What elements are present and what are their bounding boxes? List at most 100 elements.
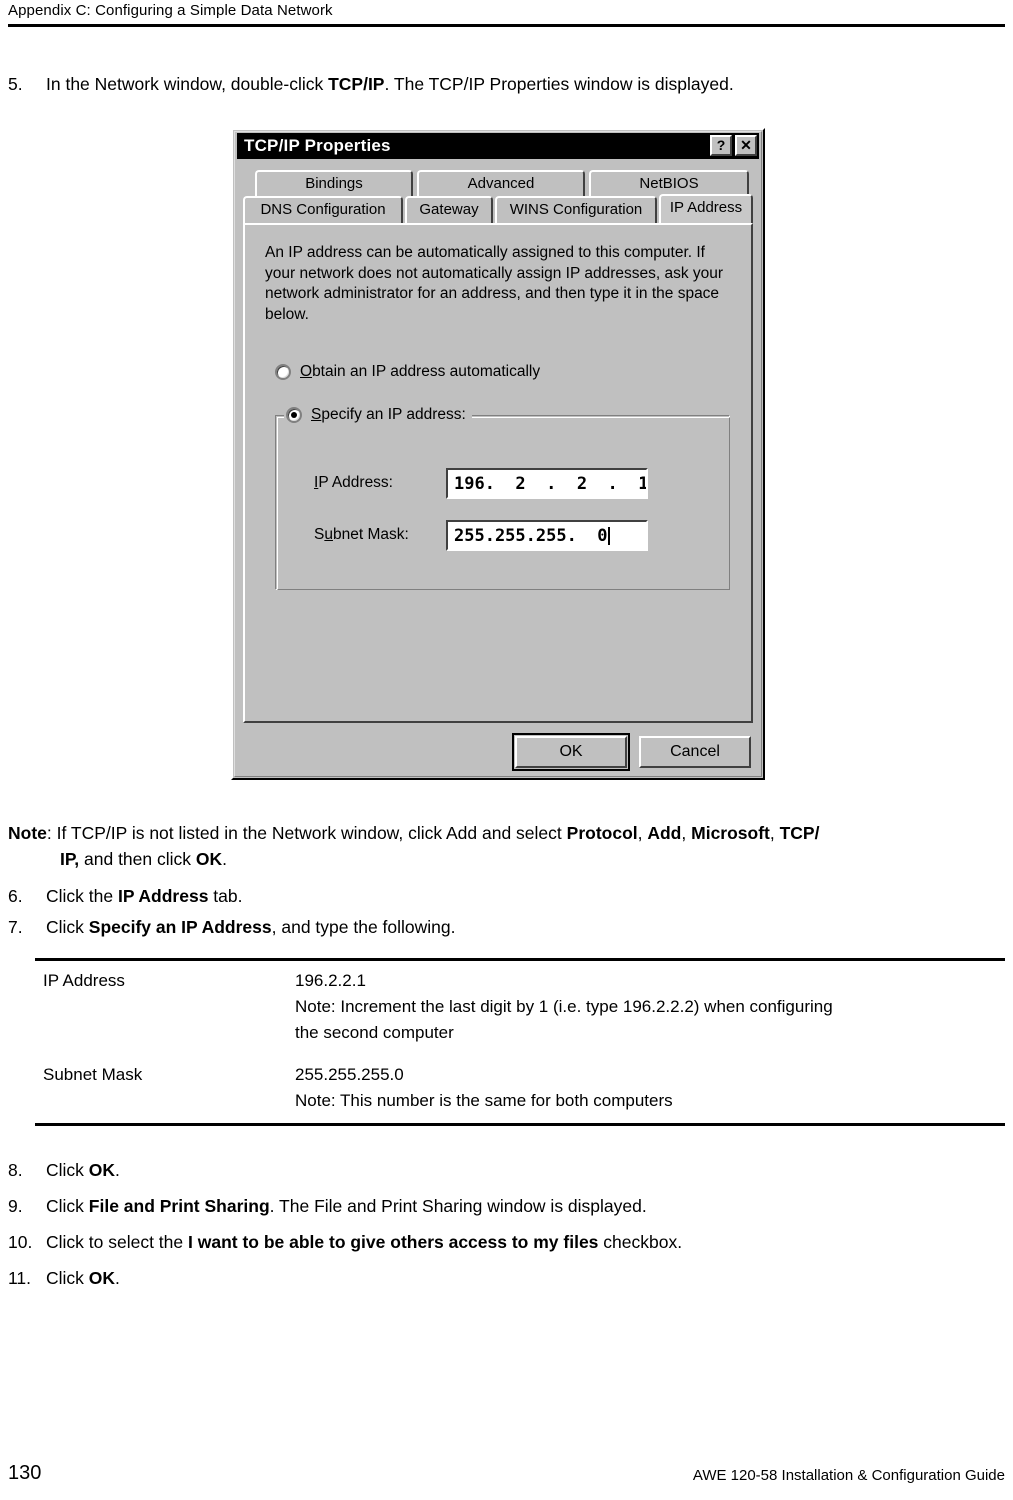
tab-gateway[interactable]: Gateway xyxy=(405,196,493,223)
subnet-mask-input[interactable]: 255.255.255. 0 xyxy=(446,520,648,551)
step-6-text-after: tab. xyxy=(208,886,243,906)
subnet-mask-value-line2: Note: This number is the same for both c… xyxy=(295,1091,673,1110)
step-5-bold: TCP/IP xyxy=(328,74,385,94)
text-caret xyxy=(607,526,610,545)
step-7-text-after: , and type the following. xyxy=(271,917,456,937)
radio-button-selected-icon[interactable] xyxy=(286,407,302,423)
step-5-number: 5. xyxy=(8,74,23,94)
step-11-text-after: . xyxy=(115,1268,120,1288)
ip-address-value-line1: 196.2.2.1 xyxy=(295,971,366,990)
note-bold-microsoft: Microsoft xyxy=(691,823,770,843)
ip-address-label: IP Address: xyxy=(314,474,393,492)
radio-obtain-rest: btain an IP address automatically xyxy=(312,363,541,380)
note-line2-end: . xyxy=(222,849,227,869)
step-9-text-before: Click xyxy=(46,1196,89,1216)
table-cell-key-ip-address: IP Address xyxy=(43,971,125,990)
note-line-2: IP, and then click OK. xyxy=(60,846,1005,872)
ip-address-description: An IP address can be automatically assig… xyxy=(265,244,724,323)
cancel-button[interactable]: Cancel xyxy=(639,736,751,768)
step-8-text-after: . xyxy=(115,1160,120,1180)
step-5-text-after: . The TCP/IP Properties window is displa… xyxy=(384,74,734,94)
tab-wins-configuration[interactable]: WINS Configuration xyxy=(495,196,657,223)
table-row: IP Address 196.2.2.1 Note: Increment the… xyxy=(35,961,1005,1055)
radio-specify-label: Specify an IP address: xyxy=(311,406,466,424)
note-bold-add: Add xyxy=(647,823,682,843)
running-head: Appendix C: Configuring a Simple Data Ne… xyxy=(8,2,333,19)
radio-button-unselected-icon[interactable] xyxy=(275,364,291,380)
radio-specify-accel: S xyxy=(311,406,322,423)
step-10-bold: I want to be able to give others access … xyxy=(188,1232,599,1252)
step-6-text-before: Click the xyxy=(46,886,118,906)
note-bold-tcp: TCP/ xyxy=(779,823,820,843)
radio-obtain-label: Obtain an IP address automatically xyxy=(300,363,540,381)
ip-address-input[interactable]: 196. 2 . 2 . 1 xyxy=(446,468,648,499)
titlebar-button-group: ? ✕ xyxy=(710,135,757,156)
step-9-text-after: . The File and Print Sharing window is d… xyxy=(269,1196,647,1216)
note-label: Note xyxy=(8,823,47,843)
subnet-mask-value-line1: 255.255.255.0 xyxy=(295,1065,404,1084)
ip-address-value-line2: Note: Increment the last digit by 1 (i.e… xyxy=(295,997,833,1016)
step-8: 8. Click OK. xyxy=(8,1158,988,1182)
step-8-body: Click OK. xyxy=(46,1158,988,1182)
subnet-mask-accel: u xyxy=(324,526,333,543)
step-6-bold: IP Address xyxy=(117,886,209,906)
subnet-mask-pre: S xyxy=(314,526,325,543)
step-7-body: Click Specify an IP Address, and type th… xyxy=(46,915,988,939)
help-icon[interactable]: ? xyxy=(710,135,732,156)
step-6: 6. Click the IP Address tab. xyxy=(8,884,988,908)
radio-specify-rest: pecify an IP address: xyxy=(321,406,466,423)
step-9: 9. Click File and Print Sharing. The Fil… xyxy=(8,1194,988,1218)
tcpip-properties-dialog: TCP/IP Properties ? ✕ Bindings Advanced … xyxy=(231,128,765,780)
step-10-text-after: checkbox. xyxy=(598,1232,683,1252)
tab-bindings[interactable]: Bindings xyxy=(255,170,413,197)
ip-address-label-rest: P Address: xyxy=(318,474,393,491)
tab-row-bottom: DNS Configuration Gateway WINS Configura… xyxy=(243,194,753,223)
tab-advanced[interactable]: Advanced xyxy=(417,170,585,197)
table-row: Subnet Mask 255.255.255.0 Note: This num… xyxy=(35,1055,1005,1123)
tab-netbios[interactable]: NetBIOS xyxy=(589,170,749,197)
step-5-text-before: In the Network window, double-click xyxy=(46,74,329,94)
step-6-body: Click the IP Address tab. xyxy=(46,884,988,908)
footer-guide-title: AWE 120-58 Installation & Configuration … xyxy=(692,1467,1005,1484)
table-body: IP Address 196.2.2.1 Note: Increment the… xyxy=(35,961,1005,1123)
step-11-body: Click OK. xyxy=(46,1266,988,1290)
step-10-body: Click to select the I want to be able to… xyxy=(46,1230,988,1254)
radio-specify-ip-address[interactable]: Specify an IP address: xyxy=(284,406,472,424)
step-10-number: 10. xyxy=(8,1232,33,1252)
step-7-bold: Specify an IP Address xyxy=(88,917,272,937)
step-8-number: 8. xyxy=(8,1160,23,1180)
dialog-titlebar: TCP/IP Properties ? ✕ xyxy=(237,133,759,159)
tab-ip-address[interactable]: IP Address xyxy=(659,194,753,223)
note-line2-text: and then click xyxy=(79,849,196,869)
step-10-text-before: Click to select the xyxy=(46,1232,188,1252)
step-5: 5. In the Network window, double-click T… xyxy=(8,72,988,96)
note-line-1: Note: If TCP/IP is not listed in the Net… xyxy=(8,823,819,843)
groupbox-inner-bevel xyxy=(277,417,730,590)
tab-dns-configuration[interactable]: DNS Configuration xyxy=(243,196,403,223)
note-bold-protocol: Protocol xyxy=(566,823,638,843)
subnet-mask-label: Subnet Mask: xyxy=(314,526,409,544)
note-sep-3: , xyxy=(769,823,780,843)
table-cell-value-ip-address: 196.2.2.1 Note: Increment the last digit… xyxy=(295,961,1005,1055)
subnet-mask-value: 255.255.255. 0 xyxy=(454,525,608,546)
note-paragraph: Note: If TCP/IP is not listed in the Net… xyxy=(8,820,1005,872)
step-9-body: Click File and Print Sharing. The File a… xyxy=(46,1194,988,1218)
radio-obtain-accel: O xyxy=(300,363,313,380)
close-icon[interactable]: ✕ xyxy=(735,135,757,156)
header-rule xyxy=(8,24,1005,27)
note-bold-ok: OK xyxy=(195,849,223,869)
step-11-bold: OK xyxy=(88,1268,116,1288)
note-sep-2: , xyxy=(681,823,692,843)
step-6-number: 6. xyxy=(8,886,23,906)
radio-obtain-ip-automatically[interactable]: Obtain an IP address automatically xyxy=(275,363,540,381)
step-11: 11. Click OK. xyxy=(8,1266,988,1290)
step-7-text-before: Click xyxy=(46,917,89,937)
step-8-bold: OK xyxy=(88,1160,116,1180)
step-8-text-before: Click xyxy=(46,1160,89,1180)
tab-row-top: Bindings Advanced NetBIOS xyxy=(243,170,753,197)
dialog-title: TCP/IP Properties xyxy=(244,136,391,155)
step-9-number: 9. xyxy=(8,1196,23,1216)
ok-button[interactable]: OK xyxy=(512,733,630,771)
step-5-body: In the Network window, double-click TCP/… xyxy=(46,72,988,96)
ip-address-value-line3: the second computer xyxy=(295,1023,454,1042)
